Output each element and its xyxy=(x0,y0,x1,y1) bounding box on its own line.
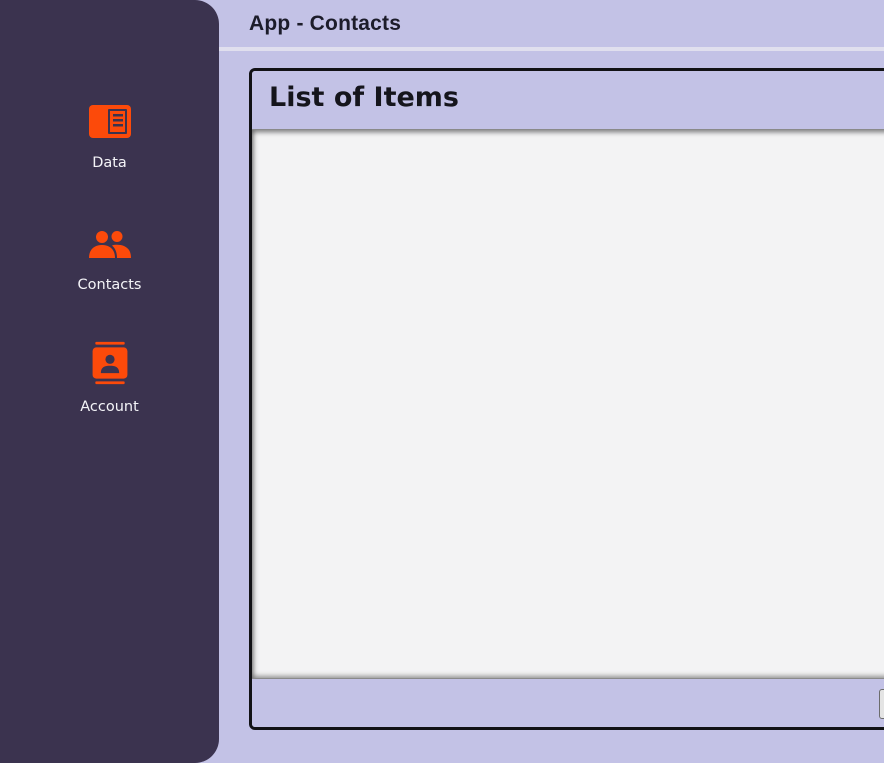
items-panel: List of Items xyxy=(249,68,884,730)
sidebar-item-contacts[interactable]: Contacts xyxy=(0,223,219,293)
contact-card-icon xyxy=(92,341,127,385)
sidebar-item-label: Data xyxy=(92,155,127,171)
page-title: App - Contacts xyxy=(249,12,402,35)
panel-title: List of Items xyxy=(269,82,460,113)
items-list[interactable] xyxy=(252,129,884,679)
sidebar-item-account[interactable]: Account xyxy=(0,341,219,415)
people-icon xyxy=(88,231,131,258)
title-divider xyxy=(219,47,884,51)
footer-button[interactable] xyxy=(879,689,884,719)
sidebar-item-label: Contacts xyxy=(77,277,142,293)
sidebar: Data Contacts Account xyxy=(0,0,219,763)
sidebar-item-label: Account xyxy=(80,399,139,415)
panel-footer xyxy=(252,679,884,727)
sidebar-item-data[interactable]: Data xyxy=(0,101,219,171)
data-card-icon xyxy=(88,105,131,138)
panel-header: List of Items xyxy=(252,71,884,129)
